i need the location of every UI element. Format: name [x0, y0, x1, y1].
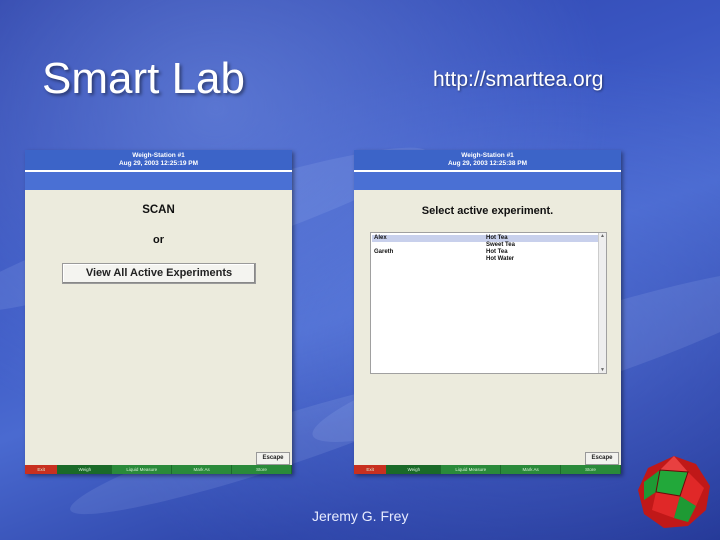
listbox-scrollbar[interactable]: ▲ ▼	[598, 233, 606, 373]
footer-tab-liquid-measure[interactable]: Liquid Measure	[441, 465, 502, 474]
scroll-down-icon[interactable]: ▼	[599, 367, 606, 373]
footer-tabbar: Exit Weigh Liquid Measure Mark As Store	[25, 465, 292, 474]
header-band	[25, 170, 292, 190]
station-name: Weigh-Station #1	[132, 152, 185, 159]
escape-button[interactable]: Escape	[256, 452, 290, 465]
screen-header: Weigh-Station #1 Aug 29, 2003 12:25:38 P…	[354, 150, 621, 172]
list-item[interactable]: Alex Hot Tea	[372, 235, 598, 242]
slide-author: Jeremy G. Frey	[312, 508, 409, 524]
footer-tab-weigh[interactable]: Weigh	[58, 465, 113, 474]
list-item[interactable]: Sweet Tea	[372, 242, 598, 249]
list-item[interactable]: Hot Water	[372, 256, 598, 263]
or-label: or	[153, 234, 164, 246]
footer-tabbar: Exit Weigh Liquid Measure Mark As Store	[354, 465, 621, 474]
station-timestamp: Aug 29, 2003 12:25:38 PM	[447, 160, 528, 167]
slide-title: Smart Lab	[42, 54, 245, 103]
view-all-experiments-button[interactable]: View All Active Experiments	[62, 263, 256, 284]
footer-tab-weigh[interactable]: Weigh	[387, 465, 442, 474]
list-item-experiment: Hot Water	[486, 256, 515, 262]
station-timestamp: Aug 29, 2003 12:25:19 PM	[118, 160, 199, 167]
scan-label: SCAN	[142, 204, 175, 216]
station-name: Weigh-Station #1	[461, 152, 514, 159]
list-item-experiment: Hot Tea	[486, 249, 508, 255]
select-experiment-prompt: Select active experiment.	[421, 205, 554, 217]
experiment-listbox[interactable]: Alex Hot Tea Sweet Tea Gareth Hot Tea Ho…	[370, 232, 607, 374]
screen-header: Weigh-Station #1 Aug 29, 2003 12:25:19 P…	[25, 150, 292, 172]
list-item-experiment: Hot Tea	[486, 235, 508, 241]
list-item[interactable]: Gareth Hot Tea	[372, 249, 598, 256]
footer-tab-mark-as[interactable]: Mark As	[172, 465, 233, 474]
slide-url[interactable]: http://smarttea.org	[433, 68, 603, 92]
footer-tab-exit[interactable]: Exit	[25, 465, 59, 474]
list-item-user: Gareth	[374, 249, 394, 255]
footer-tab-liquid-measure[interactable]: Liquid Measure	[112, 465, 173, 474]
escape-button[interactable]: Escape	[585, 452, 619, 465]
footer-tab-store[interactable]: Store	[561, 465, 621, 474]
weigh-station-screen-select: Weigh-Station #1 Aug 29, 2003 12:25:38 P…	[354, 150, 621, 474]
weigh-station-screen-scan: Weigh-Station #1 Aug 29, 2003 12:25:19 P…	[25, 150, 292, 474]
footer-tab-exit[interactable]: Exit	[354, 465, 388, 474]
list-item-experiment: Sweet Tea	[486, 242, 515, 248]
list-item-user: Alex	[374, 235, 387, 241]
scroll-up-icon[interactable]: ▲	[599, 233, 606, 239]
header-band	[354, 170, 621, 190]
footer-tab-mark-as[interactable]: Mark As	[501, 465, 562, 474]
polyhedron-logo-icon	[638, 456, 710, 528]
footer-tab-store[interactable]: Store	[232, 465, 292, 474]
